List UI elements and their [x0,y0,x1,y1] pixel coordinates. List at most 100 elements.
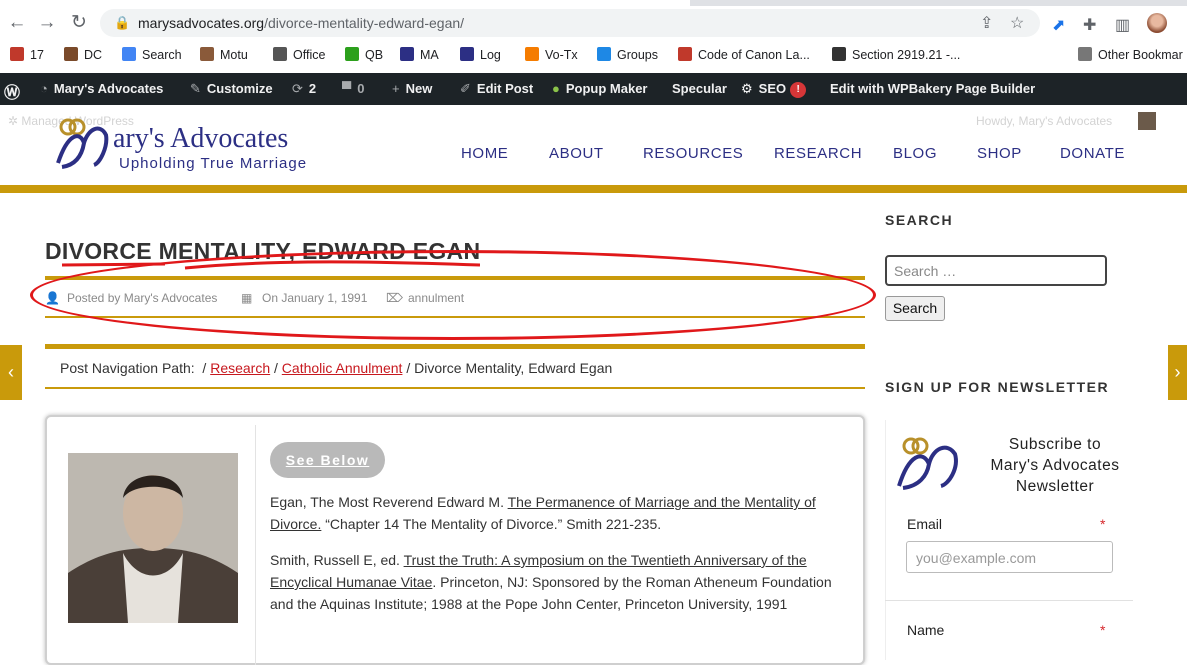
admin-new-link[interactable]: + New [392,81,432,96]
newsletter-form: Subscribe to Mary's Advocates Newsletter… [885,420,1133,660]
admin-edit-post-link[interactable]: ✐ Edit Post [460,81,533,97]
see-below-button[interactable]: See Below [270,442,385,478]
admin-wpbakery-link[interactable]: Edit with WPBakery Page Builder [830,81,1035,96]
bookmark-label: MA [420,48,439,62]
ref1-lead: Egan, The Most Reverend Edward M. [270,494,504,510]
bookmark-item[interactable]: Office [273,47,325,62]
breadcrumb: Post Navigation Path: / Research / Catho… [60,360,613,376]
share-icon[interactable]: ⇪ [980,13,993,33]
bookmark-label: Groups [617,48,658,62]
url-path: /divorce-mentality-edward-egan/ [264,15,465,31]
reload-icon[interactable]: ↻ [66,10,92,36]
bookmark-favicon-icon [400,47,414,61]
newsletter-side-border [885,420,886,660]
bookmark-item[interactable]: 17 [10,47,44,62]
name-required-mark: * [1100,622,1106,638]
bookmark-item[interactable]: QB [345,47,383,62]
back-icon[interactable]: ← [4,10,30,36]
admin-specular-label: Specular [672,81,727,96]
bookmark-label: Section 2919.21 -... [852,48,961,62]
bookmark-item[interactable]: Other Bookmar [1078,47,1183,62]
bookmark-item[interactable]: Groups [597,47,658,62]
admin-popup-maker-link[interactable]: ● Popup Maker [552,81,647,96]
bookmark-favicon-icon [64,47,78,61]
bookmark-item[interactable]: Code of Canon La... [678,47,810,62]
bookmark-label: Other Bookmar [1098,48,1183,62]
popup-maker-icon: ● [552,81,560,96]
bookmark-item[interactable]: Search [122,47,182,62]
bookmark-item[interactable]: MA [400,47,439,62]
nav-donate[interactable]: DONATE [1060,145,1125,162]
next-post-arrow-icon[interactable]: › [1168,345,1187,400]
nav-research[interactable]: RESEARCH [774,145,862,162]
nav-home[interactable]: HOME [461,145,508,162]
bookmark-favicon-icon [525,47,539,61]
bookmark-item[interactable]: Section 2919.21 -... [832,47,960,62]
meta-top-rule [45,276,865,280]
crumb-top-rule [45,344,865,349]
reference-card: See Below Egan, The Most Reverend Edward… [45,415,865,665]
extension-arrow-icon[interactable]: ⬈ [1052,15,1065,35]
admin-site-label: Mary's Advocates [53,81,164,96]
post-author[interactable]: Posted by Mary's Advocates [67,291,217,305]
bookmark-item[interactable]: DC [64,47,102,62]
browser-toolbar: ← → ↻ 🔒 marysadvocates.org/divorce-menta… [0,6,1187,40]
breadcrumb-research-link[interactable]: Research [210,360,270,376]
admin-comments-link[interactable]: ▀ 0 [342,81,364,96]
edward-egan-portrait [68,453,238,623]
post-tag[interactable]: annulment [408,291,464,305]
address-bar[interactable]: 🔒 marysadvocates.org/divorce-mentality-e… [100,9,1040,37]
comment-icon: ▀ [342,81,352,96]
bookmark-item[interactable]: Log [460,47,501,62]
bookmark-favicon-icon [273,47,287,61]
admin-customize-link[interactable]: ✎ Customize [190,81,273,97]
bookmark-favicon-icon [678,47,692,61]
howdy-watermark: Howdy, Mary's Advocates [976,114,1113,128]
brush-icon: ✎ [190,81,201,96]
profile-avatar[interactable] [1147,13,1167,33]
url-text[interactable]: marysadvocates.org/divorce-mentality-edw… [138,15,464,31]
breadcrumb-annulment-link[interactable]: Catholic Annulment [282,360,403,376]
newsletter-text: Subscribe to Mary's Advocates Newsletter [990,436,1120,495]
nav-about[interactable]: ABOUT [549,145,604,162]
wordpress-logo-icon[interactable]: Ⓦ [4,79,20,103]
annotation-red-underline [61,260,480,270]
header-gold-divider [0,185,1187,193]
logo-title[interactable]: ary's Advocates [113,123,288,155]
extensions-puzzle-icon[interactable]: ✚ [1083,15,1096,35]
email-field[interactable]: you@example.com [906,541,1113,573]
forward-icon[interactable]: → [34,10,60,36]
admin-specular-link[interactable]: Specular [672,81,727,96]
admin-wpbakery-label: Edit with WPBakery Page Builder [830,81,1036,96]
admin-updates-link[interactable]: ⟳ 2 [292,81,316,97]
search-input[interactable]: Search … [885,255,1107,286]
search-button[interactable]: Search [885,296,945,321]
bookmark-label: Code of Canon La... [698,48,810,62]
card-divider [255,425,256,665]
bookmark-label: 17 [30,48,44,62]
breadcrumb-current: Divorce Mentality, Edward Egan [414,360,613,376]
nav-resources[interactable]: RESOURCES [643,145,743,162]
email-label: Email [907,516,943,532]
wp-admin-bar: Ⓦ ◔ Mary's Advocates ✎ Customize ⟳ 2 ▀ 0 + Ne… [0,73,1187,105]
side-panel-icon[interactable]: ▥ [1115,15,1130,35]
admin-popup-maker-label: Popup Maker [565,81,648,96]
bookmark-label: Office [293,48,326,62]
calendar-icon: ▦ [241,291,253,305]
admin-site-link[interactable]: ◔ Mary's Advocates [40,81,163,96]
bookmark-item[interactable]: Motu [200,47,248,62]
admin-seo-link[interactable]: ⚙ SEO! [741,81,807,98]
bookmarks-bar: 17 DC Search Motu Office QB MA Log Vo-Tx Groups Co… [0,40,1187,70]
bookmark-item[interactable]: Vo-Tx [525,47,578,62]
reference-2: Smith, Russell E, ed. Trust the Truth: A… [270,549,850,615]
nav-shop[interactable]: SHOP [977,145,1022,162]
prev-post-arrow-icon[interactable]: ‹ [0,345,22,400]
admin-customize-label: Customize [206,81,273,96]
reference-1: Egan, The Most Reverend Edward M. The Pe… [270,491,850,535]
bookmark-star-icon[interactable]: ☆ [1010,13,1024,33]
nav-blog[interactable]: BLOG [893,145,937,162]
name-label: Name [907,622,945,638]
bookmark-favicon-icon [597,47,611,61]
bookmark-label: Log [480,48,501,62]
updates-icon: ⟳ [292,81,303,96]
